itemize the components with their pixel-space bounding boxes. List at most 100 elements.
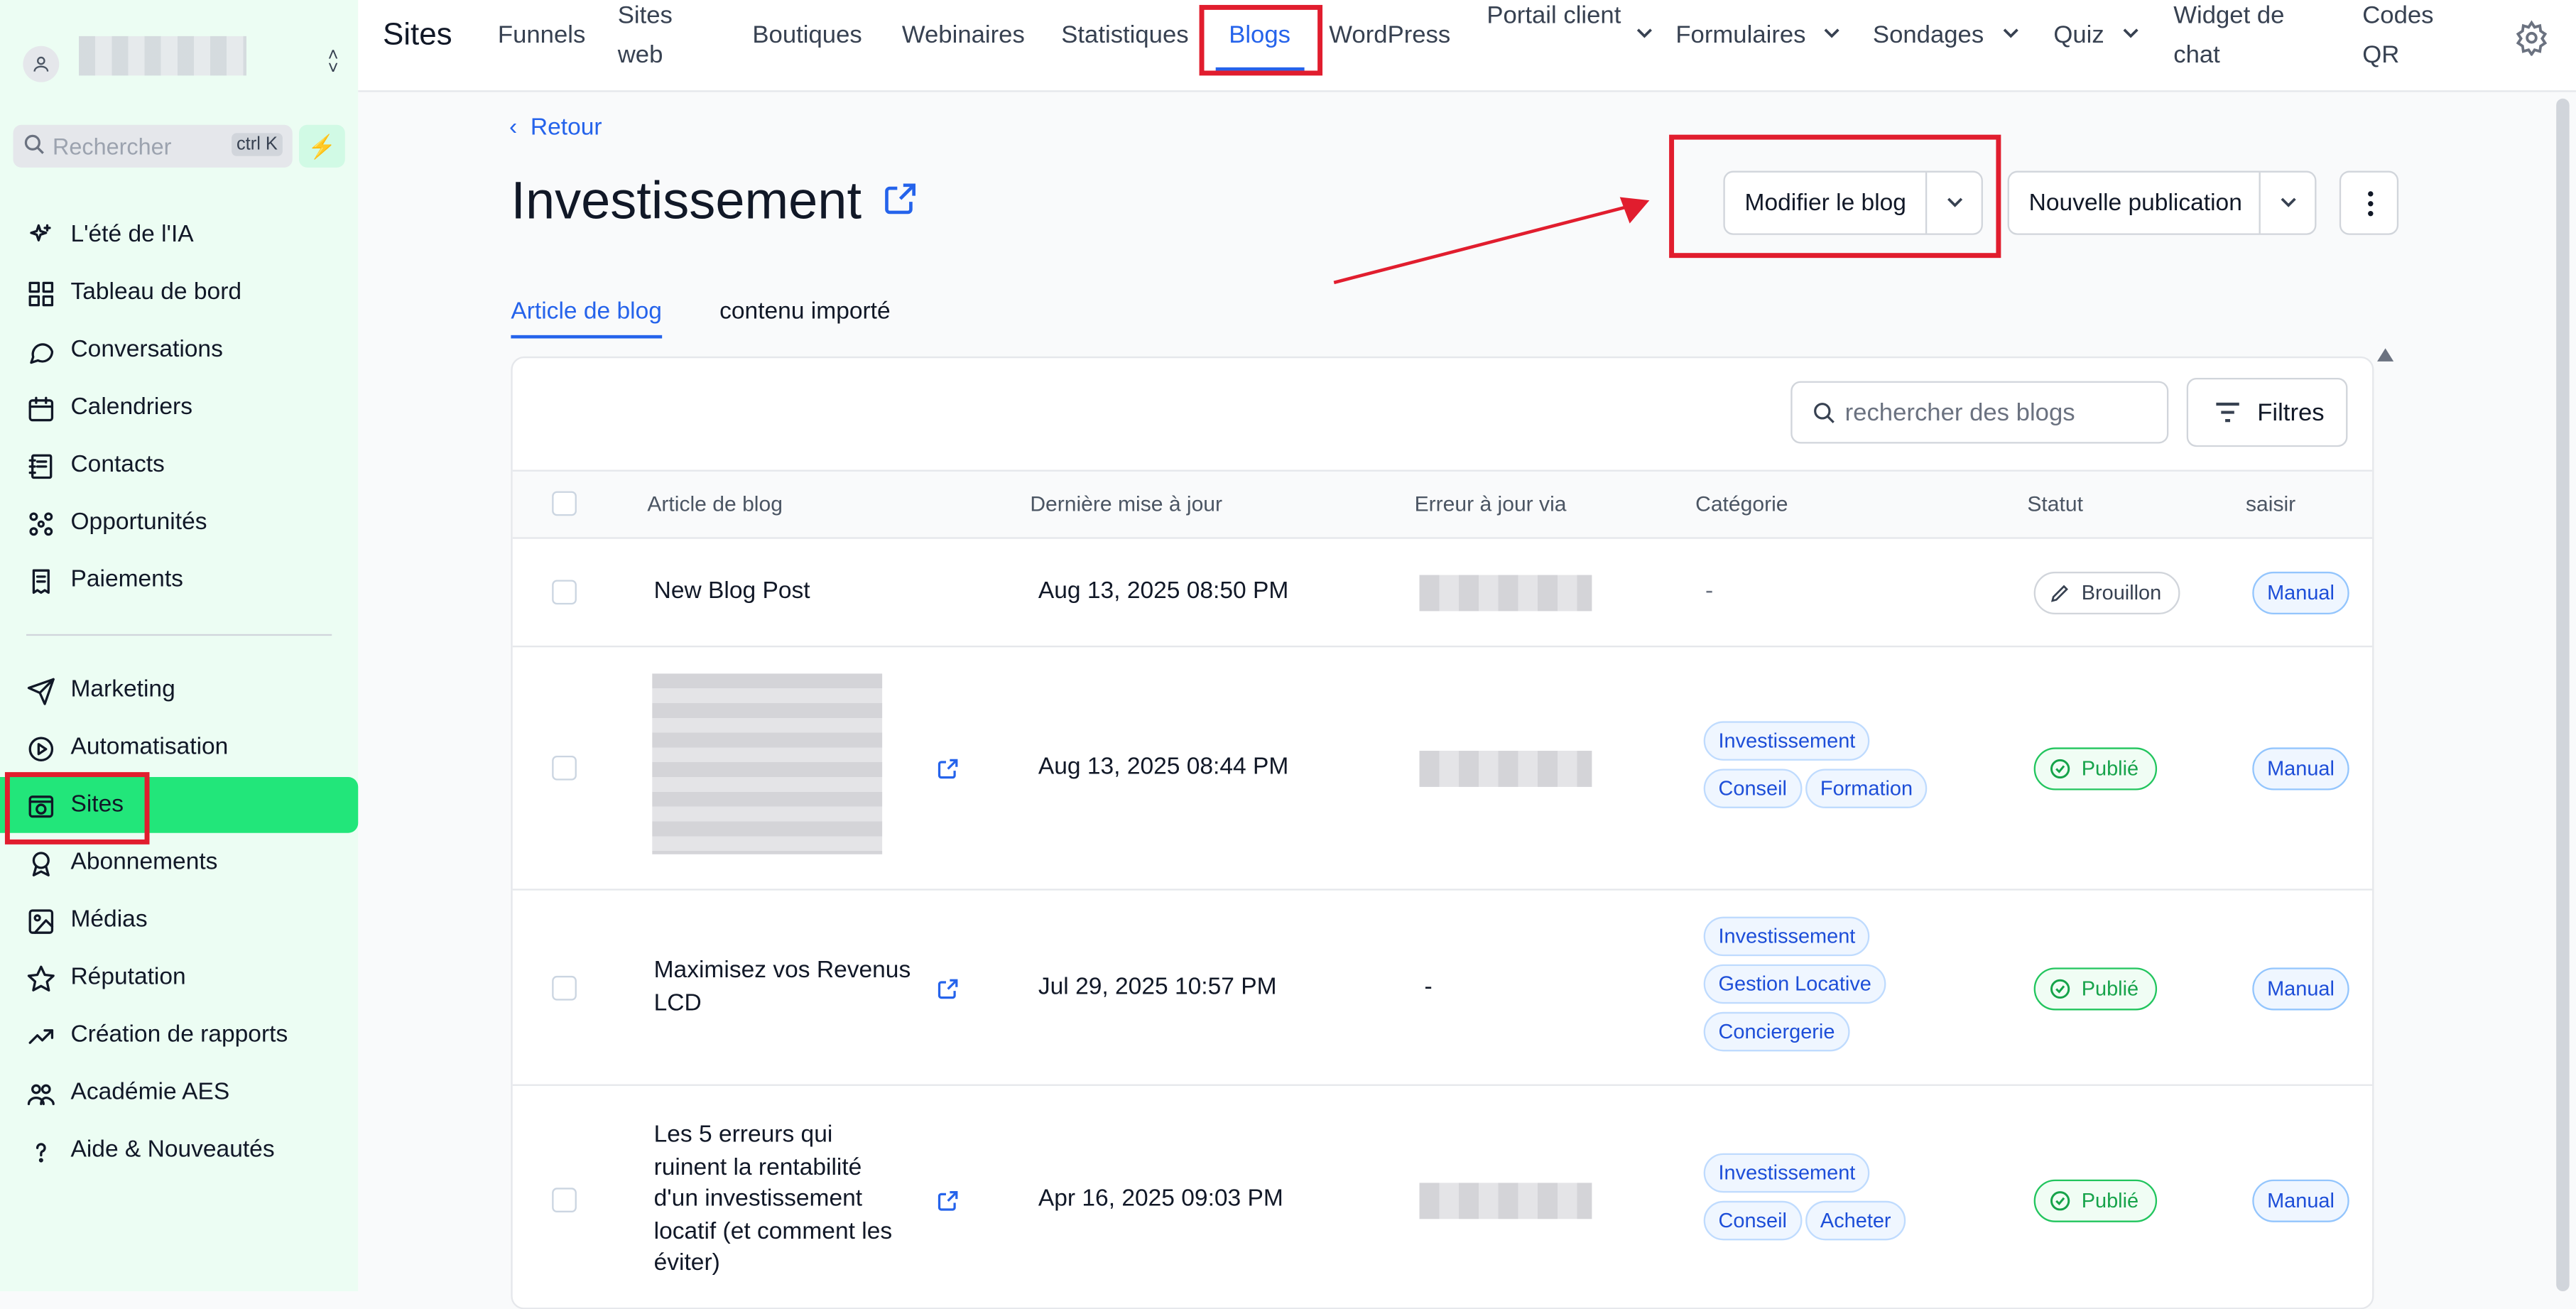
nav-label: Widget de chat: [2173, 1, 2285, 70]
category-tag[interactable]: Conseil: [1703, 768, 1802, 808]
external-link-icon[interactable]: [936, 757, 959, 780]
sidebar-item-users[interactable]: Académie AES: [0, 1065, 358, 1121]
tab-sites-web[interactable]: Sites web: [618, 0, 700, 75]
sidebar-item-question[interactable]: Aide & Nouveautés: [0, 1122, 358, 1178]
table-row[interactable]: Maximisez vos Revenus LCD Jul 29, 2025 10:…: [512, 891, 2373, 1086]
scrollbar[interactable]: [2556, 98, 2570, 1292]
header-category[interactable]: Catégorie: [1695, 491, 1788, 516]
sidebar-item-image[interactable]: Médias: [0, 892, 358, 948]
nav-label: Sites web: [617, 1, 673, 70]
check-circle-icon: [2050, 759, 2070, 779]
input-badge: Manual: [2252, 1179, 2349, 1222]
category-tag[interactable]: Formation: [1805, 768, 1928, 808]
calendar-icon: [28, 396, 54, 422]
tab-widget-de-chat[interactable]: Widget de chat: [2173, 0, 2305, 75]
category-tag[interactable]: Conseil: [1703, 1200, 1802, 1241]
post-title[interactable]: Maximisez vos Revenus LCD: [654, 956, 911, 1020]
scroll-up-arrow[interactable]: [2377, 348, 2394, 362]
tab-codes-qr[interactable]: Codes QR: [2362, 0, 2445, 75]
table-row[interactable]: New Blog Post Aug 13, 2025 08:50 PM - Broui…: [512, 539, 2373, 648]
header-input[interactable]: saisir: [2246, 491, 2295, 516]
row-checkbox[interactable]: [552, 974, 577, 1000]
header-updated-via[interactable]: Erreur à jour via: [1415, 491, 1567, 516]
tab-blog-article[interactable]: Article de blog: [511, 299, 662, 325]
table-row[interactable]: Les 5 erreurs qui ruinent la rentabilité d…: [513, 1086, 2372, 1308]
sidebar-item-sparkle[interactable]: L'été de l'IA: [0, 207, 358, 263]
tab-sondages[interactable]: Sondages: [1873, 16, 2020, 56]
filters-button[interactable]: Filtres: [2186, 377, 2348, 447]
nav-label: WordPress: [1329, 21, 1451, 50]
tab-funnels[interactable]: Funnels: [498, 16, 585, 56]
tab-portail-client[interactable]: Portail client: [1487, 0, 1652, 38]
chevron-down-icon[interactable]: [2278, 188, 2298, 217]
post-title-line: éviter): [653, 1250, 720, 1277]
category-tag[interactable]: Conciergerie: [1703, 1011, 1850, 1051]
blog-search-input[interactable]: rechercher des blogs: [1790, 381, 2169, 444]
external-link-icon[interactable]: [882, 180, 918, 217]
row-checkbox[interactable]: [552, 1188, 577, 1212]
row-checkbox[interactable]: [552, 755, 577, 781]
header-last-updated[interactable]: Dernière mise à jour: [1030, 491, 1222, 516]
tab-quiz[interactable]: Quiz: [2053, 16, 2140, 56]
sidebar-item-automation[interactable]: Automatisation: [0, 719, 358, 776]
sidebar-item-trend[interactable]: Création de rapports: [0, 1007, 358, 1063]
account-name-blurred: [79, 36, 246, 76]
input-badge: Manual: [2252, 747, 2349, 791]
chevron-down-icon: [2123, 28, 2138, 38]
sidebar-item-calendar[interactable]: Calendriers: [0, 379, 358, 435]
post-title-line: LCD: [653, 989, 702, 1016]
search-icon: [24, 134, 44, 154]
new-post-button-group[interactable]: Nouvelle publication: [2007, 170, 2317, 235]
chat-bubble-icon: [30, 343, 54, 364]
header-status[interactable]: Statut: [2027, 491, 2083, 516]
tab-imported-content[interactable]: contenu importé: [719, 299, 891, 325]
account-switcher[interactable]: ˄ ˅: [16, 33, 345, 95]
updated-date: Aug 13, 2025 08:50 PM: [1038, 578, 1289, 605]
sidebar-item-chat-bubble[interactable]: Conversations: [0, 322, 358, 378]
sidebar-item-contact-book[interactable]: Contacts: [0, 437, 358, 493]
status-label: Publié: [2081, 1189, 2139, 1212]
tab-webinaires[interactable]: Webinaires: [902, 16, 1025, 56]
nav-label: Codes QR: [2362, 1, 2434, 70]
post-title[interactable]: New Blog Post: [654, 577, 810, 609]
receipt-icon: [32, 569, 50, 594]
post-title[interactable]: Les 5 erreurs qui ruinent la rentabilité d…: [654, 1121, 893, 1281]
back-link[interactable]: ‹ Retour: [509, 115, 602, 141]
sidebar-item-receipt[interactable]: Paiements: [0, 552, 358, 608]
lightning-icon: ⚡: [308, 132, 337, 159]
search-shortcut: ctrl K: [232, 133, 283, 156]
category-tag[interactable]: Acheter: [1805, 1200, 1906, 1241]
select-all-checkbox[interactable]: [552, 491, 577, 516]
sidebar-item-dashboard[interactable]: Tableau de bord: [0, 264, 358, 320]
sidebar-item-label: Réputation: [70, 964, 186, 991]
external-link-icon[interactable]: [936, 977, 959, 999]
category-tag[interactable]: Investissement: [1703, 916, 1871, 956]
sidebar-item-star[interactable]: Réputation: [0, 950, 358, 1006]
quick-actions-button[interactable]: ⚡: [298, 124, 345, 168]
tab-formulaires[interactable]: Formulaires: [1675, 16, 1842, 56]
external-link-icon[interactable]: [936, 1190, 959, 1212]
sidebar-item-send[interactable]: Marketing: [0, 662, 358, 718]
user-icon: [33, 56, 49, 72]
sidebar-item-label: Calendriers: [70, 394, 192, 421]
header-blog-article[interactable]: Article de blog: [647, 491, 783, 516]
category-tag[interactable]: Investissement: [1703, 721, 1871, 761]
filters-label: Filtres: [2257, 399, 2325, 428]
blog-search-placeholder: rechercher des blogs: [1844, 399, 2075, 428]
post-title-line: ruinent la rentabilité: [653, 1154, 862, 1181]
tab-wordpress[interactable]: WordPress: [1329, 16, 1450, 56]
row-checkbox[interactable]: [552, 580, 577, 605]
tab-statistiques[interactable]: Statistiques: [1061, 16, 1188, 56]
category-tag[interactable]: Investissement: [1703, 1153, 1871, 1193]
sidebar-item-label: Automatisation: [70, 734, 229, 761]
sidebar-search[interactable]: Rechercher ctrl K: [13, 124, 293, 168]
question-icon: [36, 1143, 46, 1163]
gear-icon[interactable]: [2513, 20, 2550, 56]
table-row[interactable]: Aug 13, 2025 08:44 PM Investissement Conse…: [512, 647, 2373, 891]
tab-boutiques[interactable]: Boutiques: [752, 16, 862, 56]
automation-icon: [28, 737, 54, 761]
sidebar-item-pipeline[interactable]: Opportunités: [0, 494, 358, 550]
annotation-highlight-blogs: [1199, 4, 1323, 76]
more-options-button[interactable]: [2339, 170, 2399, 235]
category-tag[interactable]: Gestion Locative: [1703, 963, 1886, 1004]
